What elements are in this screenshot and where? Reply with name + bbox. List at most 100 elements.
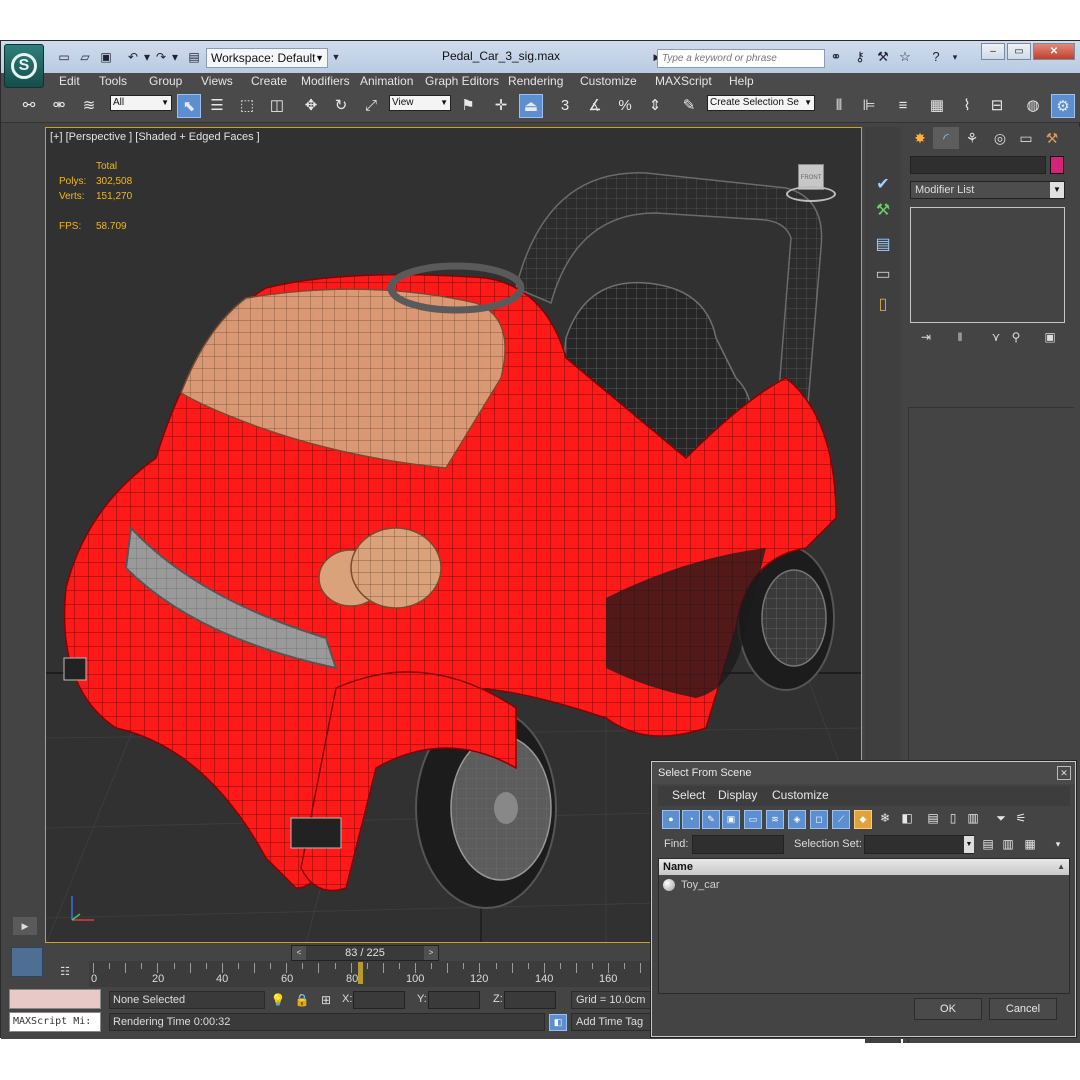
percent-snap-icon[interactable]: %	[613, 94, 637, 118]
unlink-selection-icon[interactable]: ⚮	[47, 94, 71, 118]
save-icon[interactable]: ▣	[98, 50, 114, 64]
modifier-list-dropdown[interactable]: Modifier List ▼	[910, 181, 1065, 199]
dialog-menu-customize[interactable]: Customize	[772, 788, 829, 802]
motion-tab-icon[interactable]: ◎	[987, 127, 1013, 149]
menu-views[interactable]: Views	[201, 73, 233, 89]
menu-help[interactable]: Help	[729, 73, 754, 89]
named-selection-sets-dropdown[interactable]: Create Selection Se ▼	[707, 95, 815, 111]
menu-tools[interactable]: Tools	[99, 73, 127, 89]
viewcube[interactable]: FRONT	[786, 164, 842, 208]
name-column-header[interactable]: Name ▲	[659, 859, 1069, 875]
binoculars-icon[interactable]: ⚭	[827, 49, 845, 65]
expand-track-bar-icon[interactable]: ▶	[13, 917, 37, 935]
open-file-icon[interactable]: ▱	[77, 50, 93, 64]
graphite-ribbon-icon[interactable]: ▦	[925, 94, 949, 118]
time-tag-icon[interactable]: ◧	[549, 1014, 567, 1031]
list-item[interactable]: Toy_car	[659, 877, 1069, 893]
display-none-icon[interactable]: ▯	[944, 810, 962, 829]
object-name-field[interactable]	[910, 156, 1046, 174]
track-bar[interactable]: 0 20 40 60 80 100 120 140 160	[89, 961, 653, 987]
close-button[interactable]: ✕	[1033, 43, 1075, 60]
new-file-icon[interactable]: ▭	[56, 50, 72, 64]
modifier-stack[interactable]	[910, 207, 1065, 323]
search-input[interactable]: Type a keyword or phrase	[657, 49, 825, 68]
move-icon[interactable]: ✥	[299, 94, 323, 118]
mirror-icon[interactable]: ⫴	[827, 94, 851, 118]
display-helpers-icon[interactable]: ▭	[744, 810, 762, 829]
pivot-center-icon[interactable]: ⚑	[456, 94, 480, 118]
select-object-icon[interactable]: ⬉	[177, 94, 201, 118]
display-shapes-icon[interactable]: ◔	[682, 810, 700, 829]
redo-dropdown-icon[interactable]: ▾	[167, 50, 183, 64]
select-manipulate-icon[interactable]: ✛	[489, 94, 513, 118]
menu-graph-editors[interactable]: Graph Editors	[425, 73, 499, 89]
y-coordinate-field[interactable]	[428, 991, 480, 1009]
viewcube-compass[interactable]	[786, 186, 836, 202]
display-tab-icon[interactable]: ▭	[1013, 127, 1039, 149]
selection-filter-dropdown[interactable]: All ▼	[110, 95, 172, 111]
snaps-toggle-icon[interactable]: 3	[553, 94, 577, 118]
create-tab-icon[interactable]: ✸	[907, 127, 933, 149]
configure-modifier-sets-icon[interactable]: ▣	[1039, 327, 1061, 347]
door-icon[interactable]: ▯	[870, 293, 896, 317]
spinner-snap-icon[interactable]: ⇕	[643, 94, 667, 118]
monitor-icon[interactable]: ▭	[870, 263, 896, 287]
dialog-menu-select[interactable]: Select	[672, 788, 705, 802]
curve-editor-icon[interactable]: ⌇	[955, 94, 979, 118]
current-frame-marker[interactable]	[358, 962, 364, 984]
help-dropdown-icon[interactable]: ▾	[946, 49, 964, 65]
remove-modifier-icon[interactable]: ⚲	[1005, 327, 1027, 347]
dialog-close-icon[interactable]: ✕	[1057, 766, 1071, 780]
lightbulb-icon[interactable]: 💡	[269, 991, 287, 1009]
display-xrefs-icon[interactable]: ◻	[810, 810, 828, 829]
material-editor-icon[interactable]: ◍	[1021, 94, 1045, 118]
utilities-tab-icon[interactable]: ⚒	[1039, 127, 1065, 149]
schematic-view-icon[interactable]: ⊟	[985, 94, 1009, 118]
render-setup-icon[interactable]: ⚙	[1051, 94, 1075, 118]
selection-set-dropdown[interactable]	[864, 835, 974, 854]
display-icon[interactable]: ▤	[870, 233, 896, 257]
menu-animation[interactable]: Animation	[360, 73, 413, 89]
menu-customize[interactable]: Customize	[580, 73, 637, 89]
expand-options-icon[interactable]: ▾	[1050, 836, 1066, 853]
favorites-star-icon[interactable]: ☆	[896, 49, 914, 65]
reference-coord-dropdown[interactable]: View ▼	[389, 95, 451, 111]
workspace-dropdown[interactable]: Workspace: Default ▼	[206, 48, 328, 68]
rectangular-selection-icon[interactable]: ⬚	[235, 94, 259, 118]
subscription-icon[interactable]: ⚷	[851, 49, 869, 65]
dialog-title[interactable]: Select From Scene	[652, 762, 1075, 784]
maximize-button[interactable]: ▭	[1007, 43, 1031, 60]
display-lights-icon[interactable]: ✎	[702, 810, 720, 829]
maxscript-output-field[interactable]	[9, 989, 101, 1009]
display-cameras-icon[interactable]: ▣	[722, 810, 740, 829]
align-icon[interactable]: ⊫	[857, 94, 881, 118]
help-icon[interactable]: ?	[927, 49, 945, 65]
viewport-label[interactable]: [+] [Perspective ] [Shaded + Edged Faces…	[50, 131, 260, 143]
hierarchy-tab-icon[interactable]: ⚘	[959, 127, 985, 149]
previous-frame-icon[interactable]: <	[292, 946, 306, 960]
project-folder-icon[interactable]: ▤	[186, 50, 202, 64]
check-icon[interactable]: ✔	[870, 173, 896, 197]
remove-from-selection-set-icon[interactable]: ▦	[1022, 836, 1038, 853]
display-containers-icon[interactable]: ◆	[854, 810, 872, 829]
display-frozen-icon[interactable]: ❄	[876, 810, 894, 829]
bind-to-space-warp-icon[interactable]: ≋	[77, 94, 101, 118]
select-by-name-icon[interactable]: ☰	[205, 94, 229, 118]
maxscript-mini-listener[interactable]: MAXScript Mi:	[9, 1012, 101, 1032]
ok-button[interactable]: OK	[914, 998, 982, 1020]
quick-access-menu-icon[interactable]: ▼	[328, 50, 344, 64]
display-space-warps-icon[interactable]: ≋	[766, 810, 784, 829]
angle-snap-icon[interactable]: ∡	[583, 94, 607, 118]
object-color-swatch[interactable]	[1050, 156, 1064, 174]
selection-lock-icon[interactable]: 🔒	[293, 991, 311, 1009]
time-slider[interactable]: < 83 / 225 >	[291, 945, 439, 961]
add-to-selection-set-icon[interactable]: ▥	[1000, 836, 1016, 853]
pin-stack-icon[interactable]: ⇥	[915, 327, 937, 347]
menu-create[interactable]: Create	[251, 73, 287, 89]
filter-settings-icon[interactable]: ⚟	[1012, 810, 1030, 829]
cancel-button[interactable]: Cancel	[989, 998, 1057, 1020]
modify-tab-icon[interactable]: ◜	[933, 127, 959, 149]
application-menu-button[interactable]: S	[4, 44, 44, 88]
invert-display-icon[interactable]: ▥	[964, 810, 982, 829]
display-hidden-icon[interactable]: ◧	[898, 810, 916, 829]
